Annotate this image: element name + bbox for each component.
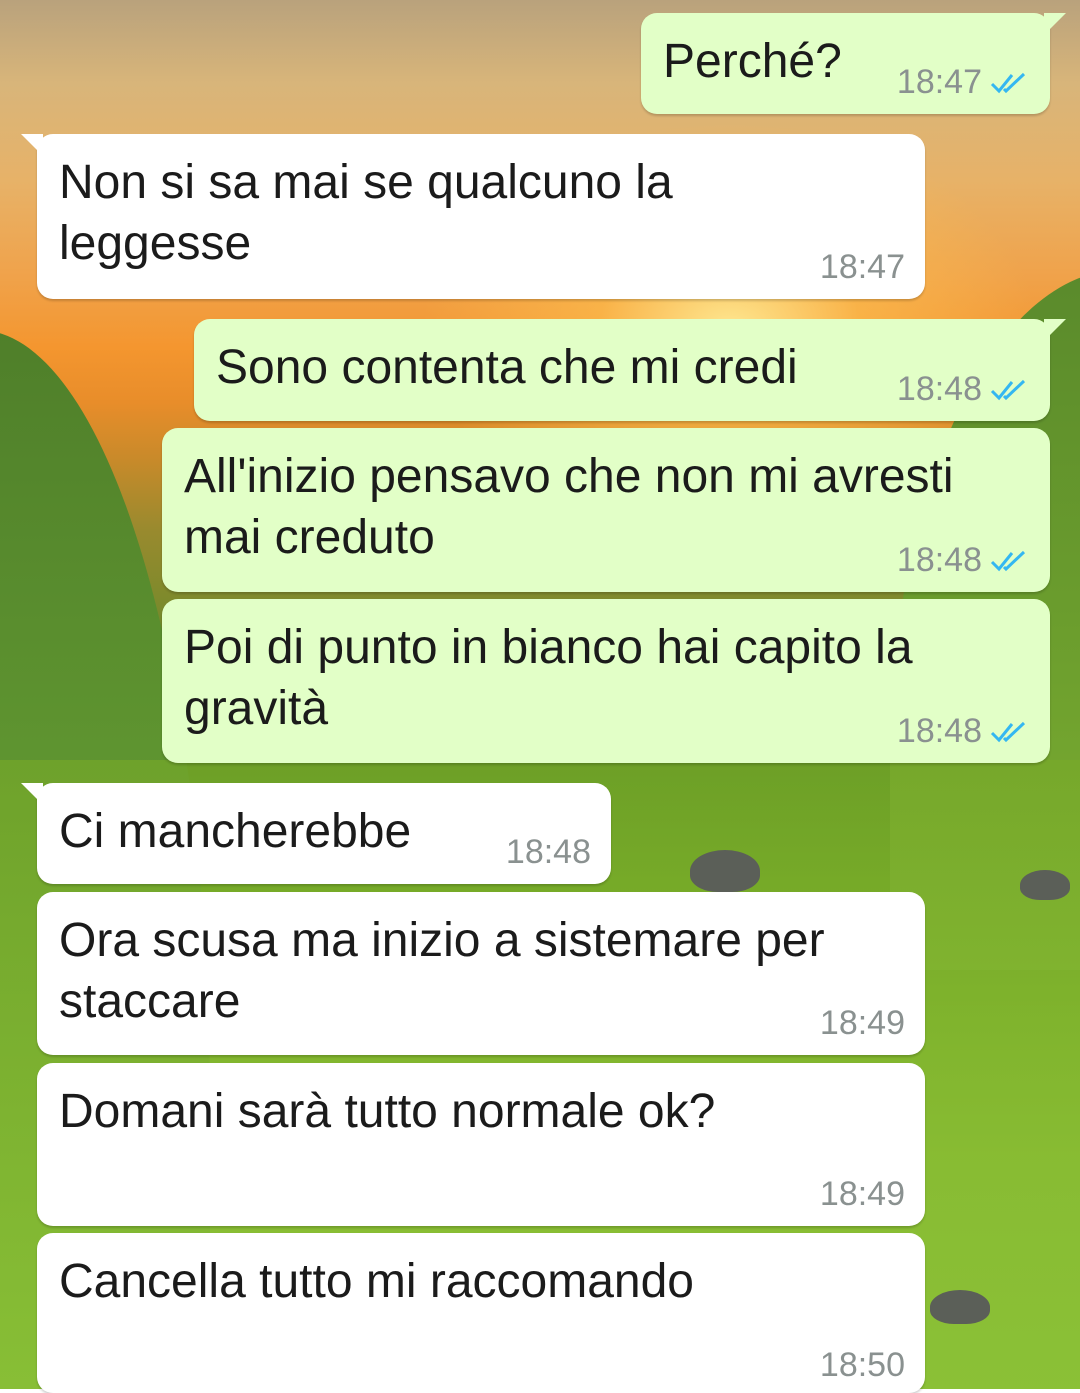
message-meta: 18:48 [897,712,1030,751]
wallpaper-rock [1020,870,1070,900]
message-text: Non si sa mai se qualcuno la leggesse [59,156,673,270]
bubble-tail [1044,13,1066,35]
message-meta: 18:48 [897,541,1030,580]
message-text: Domani sarà tutto normale ok? [59,1085,716,1138]
message-time: 18:48 [896,370,982,408]
message-bubble-outgoing[interactable]: Perché? 18:47 [641,13,1066,114]
message-meta: 18:47 [820,248,905,287]
bubble-tail [21,783,43,805]
message-time: 18:48 [896,541,982,579]
message-time: 18:49 [819,1004,905,1042]
read-double-check-icon [990,72,1026,93]
message-bubble-outgoing[interactable]: All'inizio pensavo che non mi avresti ma… [162,428,1050,592]
message-time: 18:48 [505,833,591,871]
message-time: 18:47 [896,63,982,101]
message-bubble-incoming[interactable]: Cancella tutto mi raccomando 18:50 [37,1233,925,1393]
message-time: 18:50 [819,1346,905,1384]
message-text: Cancella tutto mi raccomando [59,1255,694,1308]
wallpaper-rock [930,1290,990,1324]
message-bubble-outgoing[interactable]: Sono contenta che mi credi 18:48 [194,319,1066,421]
wallpaper-rock [690,850,760,892]
message-meta: 18:50 [820,1346,905,1385]
bubble-tail [21,134,43,156]
bubble-tail [1044,319,1066,341]
message-bubble-incoming[interactable]: Ora scusa ma inizio a sistemare per stac… [37,892,925,1055]
message-bubble-incoming[interactable]: Ci mancherebbe 18:48 [21,783,611,884]
read-double-check-icon [990,379,1026,400]
message-time: 18:48 [896,712,982,750]
message-meta: 18:49 [820,1004,905,1043]
message-meta: 18:48 [506,833,591,872]
message-time: 18:47 [819,248,905,286]
message-time: 18:49 [819,1175,905,1213]
message-text: Ora scusa ma inizio a sistemare per stac… [59,914,825,1028]
message-bubble-outgoing[interactable]: Poi di punto in bianco hai capito la gra… [162,599,1050,763]
message-meta: 18:49 [820,1175,905,1214]
message-meta: 18:48 [897,370,1030,409]
read-double-check-icon [990,550,1026,571]
message-bubble-incoming[interactable]: Domani sarà tutto normale ok? 18:49 [37,1063,925,1226]
read-double-check-icon [990,721,1026,742]
message-bubble-incoming[interactable]: Non si sa mai se qualcuno la leggesse 18… [21,134,925,299]
message-meta: 18:47 [897,63,1030,102]
